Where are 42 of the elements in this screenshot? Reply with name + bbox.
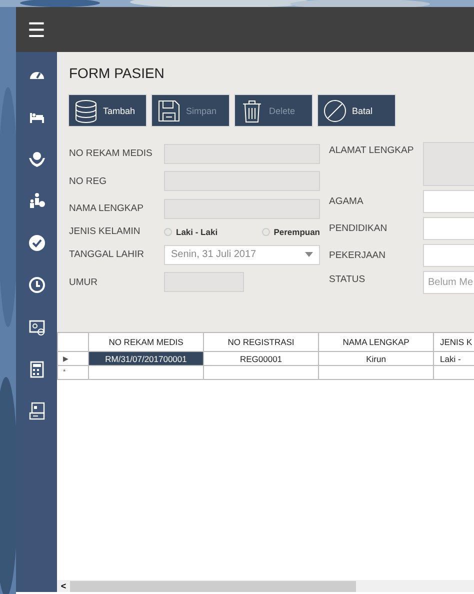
dropdown-arrow-icon[interactable] — [305, 252, 313, 258]
column-header[interactable]: JENIS K — [434, 332, 474, 352]
table-cell: RM/31/07/201700001 — [88, 352, 204, 366]
field-label: PENDIDIKAN — [329, 223, 388, 234]
date-picker[interactable]: Senin, 31 Juli 2017 — [164, 244, 320, 265]
calculator-icon[interactable] — [28, 360, 46, 378]
table-cell: REG00001 — [204, 352, 318, 366]
prohibited-icon — [323, 98, 347, 122]
field-label: AGAMA — [329, 196, 364, 207]
check-circle-icon[interactable] — [28, 234, 46, 252]
toolbar-button[interactable]: Batal — [318, 95, 395, 126]
scrollbar[interactable]: < — [57, 580, 474, 592]
id-card-icon[interactable] — [28, 318, 46, 336]
field-label: PEKERJAAN — [329, 250, 386, 261]
trash-icon — [240, 98, 264, 122]
text-field[interactable] — [164, 144, 320, 164]
database-icon — [74, 98, 98, 122]
text-field[interactable] — [164, 171, 320, 192]
radio-button[interactable] — [262, 228, 270, 236]
radio-button[interactable] — [164, 228, 172, 236]
table-cell: Kirun — [318, 352, 434, 366]
field-label: UMUR — [69, 276, 98, 288]
column-header[interactable]: NO REKAM MEDIS — [88, 332, 204, 352]
toolbar-button[interactable]: Tambah — [69, 95, 146, 126]
field-label: TANGGAL LAHIR — [69, 249, 145, 260]
clock-icon[interactable] — [28, 276, 46, 294]
field-label: NO REG — [69, 176, 108, 187]
column-header[interactable]: NO REGISTRASI — [204, 332, 318, 352]
people-icon[interactable] — [28, 192, 46, 210]
field-label: JENIS KELAMIN — [69, 226, 142, 238]
field-label: STATUS — [329, 273, 366, 285]
field-label: NAMA LENGKAP — [69, 203, 144, 214]
radio-label[interactable]: Perempuan — [274, 226, 320, 237]
field-label: ALAMAT LENGKAP — [329, 144, 415, 156]
menu-icon[interactable]: ☰ — [16, 18, 57, 42]
text-field[interactable] — [164, 272, 244, 292]
column-header[interactable]: NAMA LENGKAP — [318, 332, 434, 352]
scroll-left-button[interactable]: < — [57, 581, 70, 591]
field-label: NO REKAM MEDIS — [69, 148, 154, 160]
text-field[interactable] — [164, 198, 320, 219]
radio-label[interactable]: Laki - Laki — [176, 226, 218, 237]
form-title: FORM PASIEN — [69, 65, 166, 81]
